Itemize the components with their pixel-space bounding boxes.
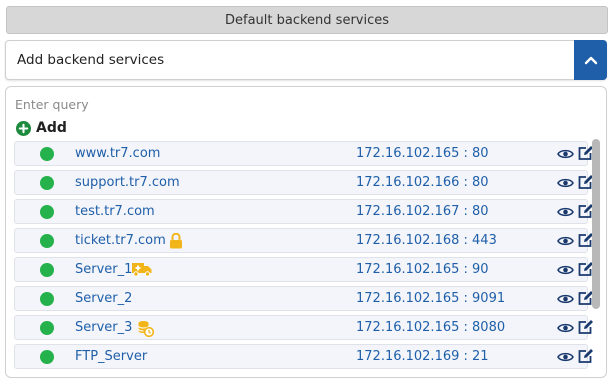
add-backend-services-header[interactable]: Add backend services [5, 40, 607, 80]
status-online-icon [40, 205, 54, 219]
service-address: 172.16.102.165 : 90 [356, 262, 489, 277]
service-row[interactable]: ticket.tr7.com 172.16.102.168 : 443 [14, 228, 593, 253]
collapse-button[interactable] [574, 40, 607, 80]
status-online-icon [40, 350, 54, 364]
service-address: 172.16.102.165 : 80 [356, 146, 489, 161]
eye-icon[interactable] [557, 235, 574, 247]
chevron-up-icon [584, 56, 597, 65]
service-row[interactable]: test.tr7.com 172.16.102.167 : 80 [14, 199, 593, 224]
service-row[interactable]: Server_2 172.16.102.165 : 9091 [14, 286, 593, 311]
edit-icon[interactable] [577, 319, 594, 335]
eye-icon[interactable] [557, 206, 574, 218]
plus-circle-icon [16, 120, 31, 136]
service-name[interactable]: ticket.tr7.com [75, 233, 166, 248]
backend-services-panel: Add www.tr7.com 172.16.102.165 : 80 supp… [5, 86, 607, 378]
service-row[interactable]: FTP_Server 172.16.102.169 : 21 [14, 344, 593, 369]
service-name[interactable]: Server_1 [75, 262, 132, 277]
service-name[interactable]: test.tr7.com [75, 204, 155, 219]
status-online-icon [40, 176, 54, 190]
service-address: 172.16.102.167 : 80 [356, 204, 489, 219]
database-sync-icon [138, 321, 154, 337]
service-name[interactable]: www.tr7.com [75, 146, 160, 161]
search-input[interactable] [15, 95, 575, 113]
service-address: 172.16.102.169 : 21 [356, 349, 489, 364]
service-row[interactable]: Server_1 172.16.102.165 : 90 [14, 257, 593, 282]
ambulance-icon [132, 263, 152, 277]
status-online-icon [40, 321, 54, 335]
add-button[interactable]: Add [16, 119, 67, 137]
service-name[interactable]: Server_3 [75, 320, 132, 335]
section-title: Add backend services [17, 52, 165, 68]
default-backend-services-bar[interactable]: Default backend services [6, 6, 608, 34]
status-online-icon [40, 263, 54, 277]
service-address: 172.16.102.165 : 8080 [356, 320, 506, 335]
service-address: 172.16.102.166 : 80 [356, 175, 489, 190]
service-name[interactable]: FTP_Server [75, 349, 147, 364]
eye-icon[interactable] [557, 264, 574, 276]
lock-icon [170, 233, 182, 249]
scrollbar[interactable] [592, 139, 600, 309]
add-label: Add [36, 120, 67, 136]
eye-icon[interactable] [557, 177, 574, 189]
eye-icon[interactable] [557, 322, 574, 334]
service-name[interactable]: Server_2 [75, 291, 132, 306]
service-name[interactable]: support.tr7.com [75, 175, 180, 190]
default-backend-services-title: Default backend services [224, 12, 390, 28]
service-address: 172.16.102.168 : 443 [356, 233, 497, 248]
service-address: 172.16.102.165 : 9091 [356, 291, 506, 306]
status-online-icon [40, 234, 54, 248]
service-row[interactable]: support.tr7.com 172.16.102.166 : 80 [14, 170, 593, 195]
eye-icon[interactable] [557, 293, 574, 305]
service-row[interactable]: www.tr7.com 172.16.102.165 : 80 [14, 141, 593, 166]
eye-icon[interactable] [557, 351, 574, 363]
status-online-icon [40, 147, 54, 161]
service-row[interactable]: Server_3 172.16.102.165 : 8080 [14, 315, 593, 340]
edit-icon[interactable] [577, 348, 594, 364]
status-online-icon [40, 292, 54, 306]
eye-icon[interactable] [557, 148, 574, 160]
